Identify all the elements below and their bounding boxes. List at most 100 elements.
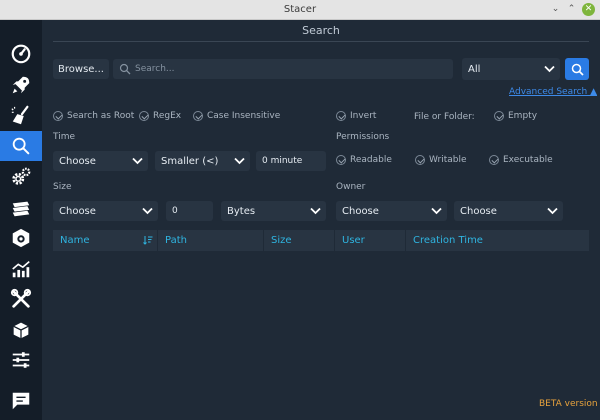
sidebar-item-startup-apps[interactable] bbox=[0, 70, 42, 100]
box-icon bbox=[13, 322, 29, 339]
rocket-icon bbox=[12, 76, 30, 94]
column-header-creation-time[interactable]: Creation Time bbox=[406, 230, 589, 251]
check-icon bbox=[336, 155, 346, 165]
processor-icon bbox=[12, 201, 30, 217]
readable-checkbox[interactable]: Readable bbox=[336, 155, 392, 165]
column-header-name-label: Name bbox=[60, 235, 90, 246]
scope-select[interactable]: All bbox=[462, 58, 560, 80]
search-input-container[interactable] bbox=[113, 59, 453, 79]
column-header-user[interactable]: User bbox=[335, 230, 406, 251]
broom-icon bbox=[11, 105, 29, 125]
size-unit-value: Bytes bbox=[227, 205, 256, 217]
time-type-select[interactable]: Choose bbox=[53, 151, 148, 171]
time-label: Time bbox=[53, 132, 76, 142]
check-icon bbox=[415, 155, 425, 165]
executable-label: Executable bbox=[503, 155, 553, 165]
owner-group-select[interactable]: Choose bbox=[454, 201, 563, 221]
size-value-spinner[interactable]: 0 bbox=[166, 201, 213, 221]
version-label: BETA version bbox=[539, 399, 598, 409]
scope-select-value: All bbox=[468, 63, 481, 75]
column-header-creation-time-label: Creation Time bbox=[413, 235, 483, 246]
owner-user-value: Choose bbox=[342, 205, 379, 217]
writable-label: Writable bbox=[429, 155, 467, 165]
search-as-root-checkbox[interactable]: Search as Root bbox=[53, 111, 134, 121]
page-title: Search bbox=[302, 24, 340, 37]
chevron-down-icon bbox=[431, 207, 442, 215]
executable-checkbox[interactable]: Executable bbox=[489, 155, 553, 165]
sidebar-item-system-cleaner[interactable] bbox=[0, 101, 42, 131]
chevron-down-icon bbox=[234, 157, 245, 165]
search-input[interactable] bbox=[135, 59, 445, 79]
main-panel: Search Browse... All Advanced Search ▲ S… bbox=[42, 20, 600, 420]
maximize-icon[interactable]: ⌃ bbox=[565, 3, 578, 16]
sort-icon bbox=[143, 236, 153, 245]
advanced-search-link[interactable]: Advanced Search ▲ bbox=[509, 87, 597, 97]
column-header-size-label: Size bbox=[271, 235, 292, 246]
check-icon bbox=[489, 155, 499, 165]
results-table-body[interactable] bbox=[53, 251, 589, 391]
message-icon bbox=[12, 392, 30, 410]
regex-checkbox[interactable]: RegEx bbox=[139, 111, 181, 121]
search-button[interactable] bbox=[565, 58, 589, 80]
sidebar-item-helpers[interactable] bbox=[0, 284, 42, 314]
empty-checkbox[interactable]: Empty bbox=[494, 111, 537, 121]
browse-button[interactable]: Browse... bbox=[53, 59, 109, 79]
speedometer-icon bbox=[11, 44, 31, 64]
column-header-path[interactable]: Path bbox=[158, 230, 264, 251]
chevron-down-icon bbox=[142, 207, 153, 215]
size-type-value: Choose bbox=[59, 205, 96, 217]
sidebar-item-resources[interactable] bbox=[0, 254, 42, 284]
case-insensitive-checkbox[interactable]: Case Insensitive bbox=[193, 111, 280, 121]
writable-checkbox[interactable]: Writable bbox=[415, 155, 467, 165]
owner-group-value: Choose bbox=[460, 205, 497, 217]
size-label: Size bbox=[53, 182, 72, 192]
invert-checkbox[interactable]: Invert bbox=[336, 111, 376, 121]
chevron-down-icon bbox=[310, 207, 321, 215]
column-header-path-label: Path bbox=[165, 235, 187, 246]
check-icon bbox=[193, 111, 203, 121]
readable-label: Readable bbox=[350, 155, 392, 165]
check-icon bbox=[139, 111, 149, 121]
sliders-icon bbox=[12, 352, 30, 368]
time-comparison-select[interactable]: Smaller (<) bbox=[155, 151, 250, 171]
owner-label: Owner bbox=[336, 182, 366, 192]
sidebar-item-apt-repository[interactable] bbox=[0, 315, 42, 345]
case-insensitive-label: Case Insensitive bbox=[207, 111, 281, 121]
sidebar bbox=[0, 20, 42, 420]
search-icon bbox=[12, 137, 30, 155]
time-comparison-value: Smaller (<) bbox=[161, 155, 219, 167]
search-icon bbox=[571, 63, 584, 76]
sidebar-item-dashboard[interactable] bbox=[0, 38, 42, 68]
title-divider bbox=[53, 41, 589, 42]
empty-label: Empty bbox=[508, 111, 538, 121]
chevron-down-icon bbox=[132, 157, 143, 165]
time-value-spinner[interactable]: 0 minute bbox=[256, 151, 326, 171]
invert-label: Invert bbox=[350, 111, 377, 121]
owner-user-select[interactable]: Choose bbox=[336, 201, 447, 221]
sidebar-item-uninstaller[interactable] bbox=[0, 223, 42, 253]
sidebar-item-services[interactable] bbox=[0, 162, 42, 192]
check-icon bbox=[494, 111, 504, 121]
window-titlebar: Stacer ⌄ ⌃ ✕ bbox=[0, 0, 600, 20]
sidebar-item-processes[interactable] bbox=[0, 193, 42, 223]
search-icon bbox=[119, 63, 131, 75]
chevron-down-icon bbox=[544, 65, 555, 73]
size-type-select[interactable]: Choose bbox=[53, 201, 158, 221]
gears-icon bbox=[12, 167, 31, 185]
sidebar-item-feedback[interactable] bbox=[0, 386, 42, 416]
sidebar-item-search[interactable] bbox=[0, 131, 42, 161]
close-icon[interactable]: ✕ bbox=[582, 3, 595, 16]
minimize-icon[interactable]: ⌄ bbox=[549, 3, 562, 16]
file-or-folder-label: File or Folder: bbox=[414, 112, 475, 122]
search-as-root-label: Search as Root bbox=[67, 111, 135, 121]
window-title: Stacer bbox=[283, 4, 317, 15]
chart-icon bbox=[12, 261, 30, 278]
size-unit-select[interactable]: Bytes bbox=[221, 201, 326, 221]
time-type-value: Choose bbox=[59, 155, 96, 167]
tools-icon bbox=[10, 288, 32, 308]
sidebar-item-settings[interactable] bbox=[0, 345, 42, 375]
regex-label: RegEx bbox=[153, 111, 182, 121]
column-header-size[interactable]: Size bbox=[264, 230, 335, 251]
column-header-name[interactable]: Name bbox=[53, 230, 158, 251]
chevron-down-icon bbox=[547, 207, 558, 215]
